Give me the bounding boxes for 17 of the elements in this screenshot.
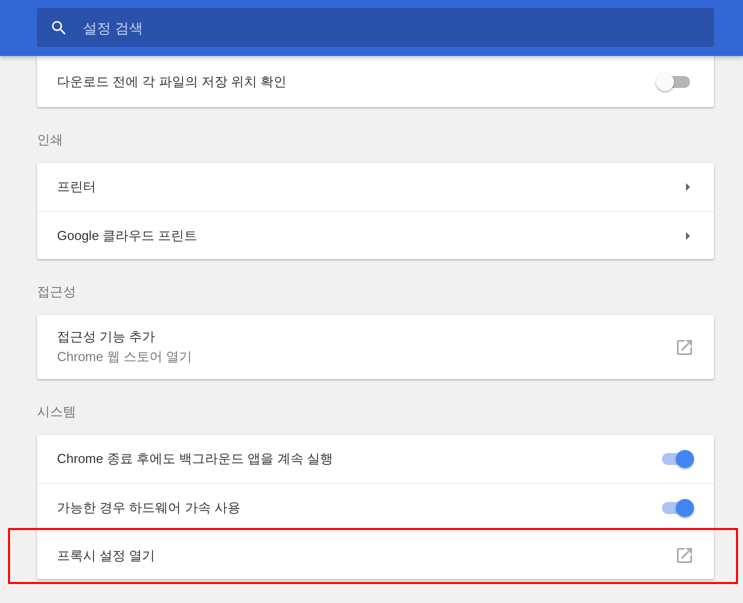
setting-label: Chrome 종료 후에도 백그라운드 앱을 계속 실행 (57, 450, 333, 468)
caret-right-icon[interactable] (686, 183, 690, 191)
section-heading: 접근성 (37, 283, 76, 300)
setting-label: 다운로드 전에 각 파일의 저장 위치 확인 (57, 72, 287, 90)
caret-right-icon[interactable] (686, 232, 690, 240)
section-heading: 시스템 (37, 403, 76, 420)
setting-description: Chrome 웹 스토어 열기 (57, 348, 192, 366)
setting-label: 프린터 (57, 178, 96, 196)
section-heading: 인쇄 (37, 131, 63, 148)
external-link-icon[interactable] (677, 548, 692, 563)
external-link-icon[interactable] (677, 340, 692, 354)
setting-label: 프록시 설정 열기 (57, 546, 156, 564)
setting-label: 접근성 기능 추가 (57, 328, 156, 346)
search-icon (52, 21, 66, 35)
search-field[interactable]: 설정 검색 (37, 8, 714, 47)
setting-label: Google 클라우드 프린트 (57, 226, 198, 245)
setting-label: 가능한 경우 하드웨어 가속 사용 (57, 498, 240, 516)
